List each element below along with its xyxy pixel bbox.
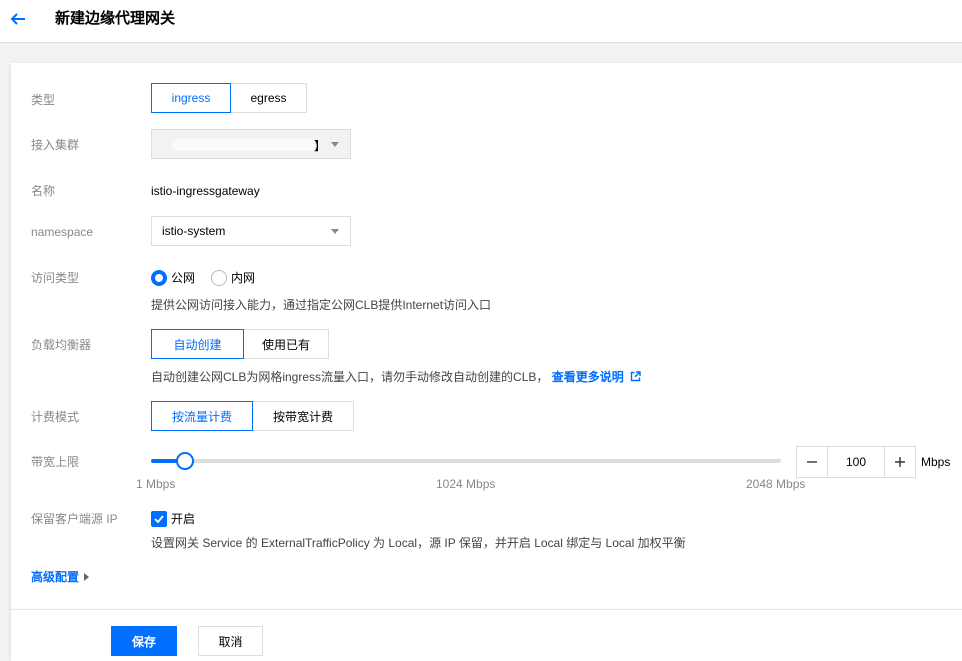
slider-handle[interactable] [176, 452, 194, 470]
access-type-label: 访问类型 [31, 271, 80, 285]
billing-option-traffic[interactable]: 按流量计费 [151, 401, 253, 431]
save-button[interactable]: 保存 [111, 626, 177, 656]
lb-option-use-existing[interactable]: 使用已有 [243, 329, 329, 359]
type-option-egress[interactable]: egress [230, 83, 307, 113]
access-type-radio-group: 公网 内网 [151, 269, 271, 286]
cluster-select-value: 】 [314, 139, 327, 153]
arrow-left-icon[interactable] [9, 10, 27, 28]
minus-icon [807, 461, 817, 463]
page-header: 新建边缘代理网关 [0, 0, 962, 43]
name-label: 名称 [31, 184, 56, 198]
form-card: 类型 ingress egress 接入集群 】 名称 istio-ingres… [11, 63, 962, 661]
increment-button[interactable] [885, 447, 915, 477]
load-balancer-label: 负载均衡器 [31, 338, 92, 352]
bandwidth-slider[interactable] [151, 452, 781, 470]
advanced-settings-label: 高级配置 [31, 570, 80, 584]
bandwidth-stepper: 100 [796, 446, 916, 478]
preserve-ip-help: 设置网关 Service 的 ExternalTrafficPolicy 为 L… [151, 536, 686, 550]
bandwidth-input[interactable]: 100 [827, 447, 885, 477]
slider-min-label: 1 Mbps [136, 477, 176, 491]
chevron-down-icon [331, 229, 339, 234]
preserve-ip-checkbox-label: 开启 [171, 512, 196, 526]
namespace-select-value: istio-system [162, 224, 226, 238]
radio-public-label: 公网 [171, 271, 196, 285]
billing-segmented: 按流量计费 按带宽计费 [151, 401, 354, 431]
radio-private-label: 内网 [231, 271, 256, 285]
redacted-value [172, 139, 314, 151]
namespace-label: namespace [31, 225, 94, 239]
external-link-icon [630, 371, 641, 382]
billing-label: 计费模式 [31, 410, 80, 424]
checkbox-checked-icon [151, 510, 167, 527]
lb-option-auto-create[interactable]: 自动创建 [151, 329, 244, 359]
namespace-select[interactable]: istio-system [151, 216, 351, 246]
advanced-settings-toggle[interactable]: 高级配置 [31, 570, 90, 584]
footer-divider [11, 609, 962, 610]
type-label: 类型 [31, 93, 56, 107]
radio-checked-icon [151, 269, 167, 286]
load-balancer-help-text: 自动创建公网CLB为网格ingress流量入口，请勿手动修改自动创建的CLB， [151, 370, 549, 384]
radio-public[interactable]: 公网 [151, 269, 195, 286]
type-segmented: ingress egress [151, 83, 307, 113]
radio-private[interactable]: 内网 [211, 269, 255, 286]
name-value: istio-ingressgateway [151, 184, 260, 198]
load-balancer-segmented: 自动创建 使用已有 [151, 329, 329, 359]
preserve-ip-checkbox[interactable]: 开启 [151, 510, 195, 527]
bandwidth-unit: Mbps [921, 455, 951, 469]
cancel-button[interactable]: 取消 [198, 626, 263, 656]
more-info-link-text: 查看更多说明 [551, 370, 624, 384]
slider-max-label: 2048 Mbps [746, 477, 806, 491]
bandwidth-label: 带宽上限 [31, 455, 80, 469]
slider-mid-label: 1024 Mbps [436, 477, 496, 491]
type-option-ingress[interactable]: ingress [151, 83, 231, 113]
load-balancer-help: 自动创建公网CLB为网格ingress流量入口，请勿手动修改自动创建的CLB， … [151, 369, 641, 385]
radio-unchecked-icon [211, 269, 228, 286]
access-type-help: 提供公网访问接入能力，通过指定公网CLB提供Internet访问入口 [151, 298, 492, 312]
more-info-link[interactable]: 查看更多说明 [552, 370, 641, 384]
plus-icon [895, 457, 905, 467]
chevron-down-icon [331, 142, 339, 147]
cluster-label: 接入集群 [31, 138, 80, 152]
decrement-button[interactable] [797, 447, 827, 477]
page-title: 新建边缘代理网关 [55, 10, 176, 27]
billing-option-bandwidth[interactable]: 按带宽计费 [252, 401, 354, 431]
caret-right-icon [84, 573, 90, 581]
preserve-ip-label: 保留客户端源 IP [31, 512, 118, 526]
cluster-select: 】 [151, 129, 351, 159]
